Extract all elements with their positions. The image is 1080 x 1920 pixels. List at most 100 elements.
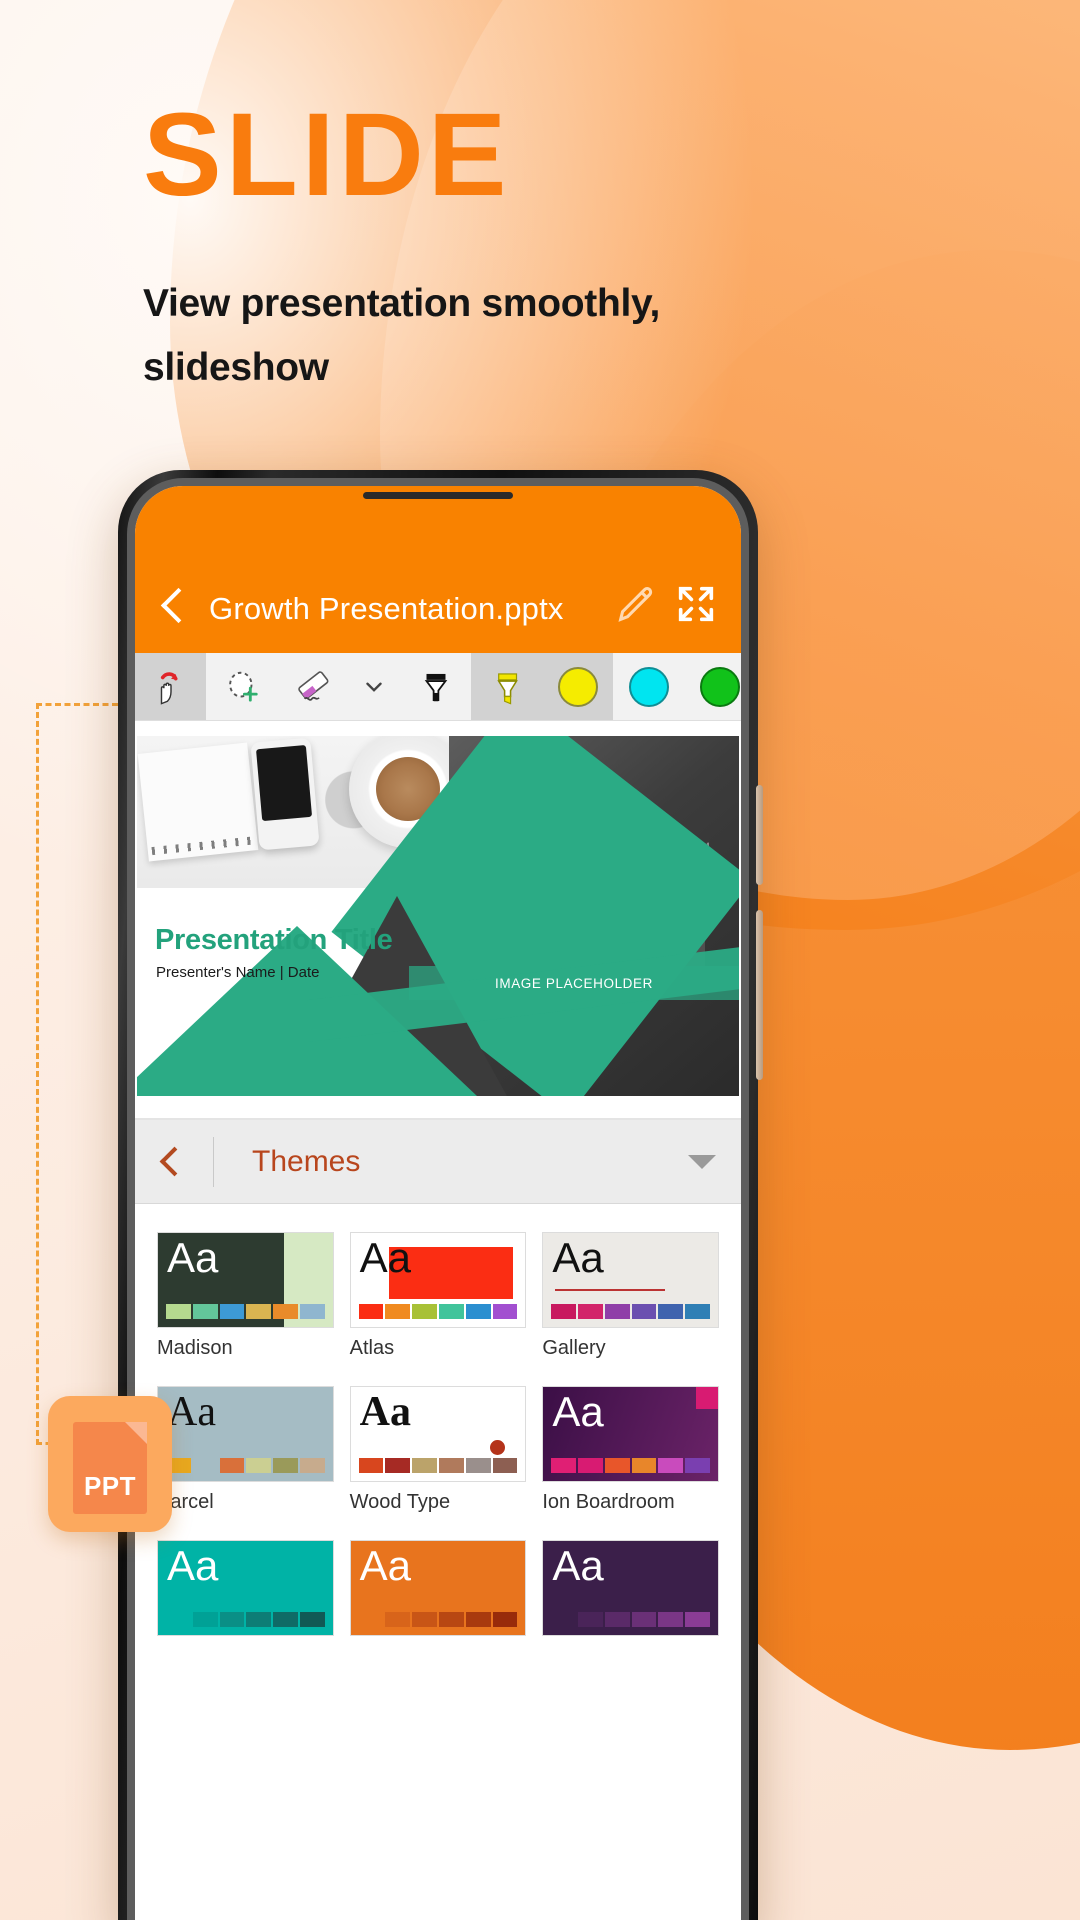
theme-palette xyxy=(358,1304,518,1319)
app-bar: Growth Presentation.pptx xyxy=(135,486,741,653)
expand-icon[interactable] xyxy=(673,581,719,627)
palette-swatch xyxy=(192,1304,218,1319)
ppt-file-badge: PPT xyxy=(48,1396,172,1532)
palette-swatch xyxy=(492,1458,518,1473)
theme-thumbnail[interactable]: Aa xyxy=(542,1540,719,1636)
theme-palette xyxy=(551,1458,711,1473)
palette-swatch xyxy=(685,1458,711,1473)
themes-title: Themes xyxy=(252,1144,361,1178)
themes-grid: Aa Madison Aa Atlas Aa Gallery Aa Parcel Aa Wood … xyxy=(135,1204,741,1645)
theme-cell[interactable]: Aa xyxy=(349,1540,527,1645)
palette-swatch xyxy=(219,1612,245,1627)
caret-down-icon[interactable] xyxy=(663,1155,741,1169)
palette-swatch xyxy=(385,1304,411,1319)
theme-aa-sample: Aa xyxy=(167,1234,219,1281)
theme-cell[interactable]: Aa Wood Type xyxy=(349,1386,527,1514)
palette-swatch xyxy=(412,1304,437,1319)
theme-accent-corner xyxy=(696,1387,718,1409)
theme-thumbnail[interactable]: Aa xyxy=(349,1232,527,1328)
page-subtitle: View presentation smoothly, slideshow xyxy=(143,282,661,389)
palette-swatch xyxy=(358,1612,384,1627)
palette-swatch xyxy=(299,1458,325,1473)
palette-swatch xyxy=(685,1304,711,1319)
swatch-yellow[interactable] xyxy=(542,653,613,720)
document-title: Growth Presentation.pptx xyxy=(209,591,564,626)
lasso-add-tool[interactable] xyxy=(206,653,277,720)
theme-palette xyxy=(166,1612,325,1627)
pencil-icon[interactable] xyxy=(613,581,659,627)
theme-aa-sample: Aa xyxy=(359,1234,412,1281)
palette-swatch xyxy=(492,1612,518,1627)
palette-swatch xyxy=(685,1612,711,1627)
theme-thumbnail[interactable]: Aa xyxy=(157,1232,334,1328)
chevron-left-icon[interactable] xyxy=(135,1151,213,1172)
palette-swatch xyxy=(658,1304,684,1319)
palette-swatch xyxy=(358,1458,384,1473)
theme-cell[interactable]: Aa Madison xyxy=(157,1232,334,1360)
palette-swatch xyxy=(439,1458,464,1473)
theme-cell[interactable]: Aa xyxy=(542,1540,719,1645)
image-placeholder-text: IMAGE PLACEHOLDER xyxy=(495,975,653,991)
theme-name-label: Madison xyxy=(157,1337,233,1359)
eraser-tool[interactable] xyxy=(277,653,348,720)
palette-swatch xyxy=(299,1304,325,1319)
theme-cell[interactable]: Aa Gallery xyxy=(542,1232,719,1360)
desk-notepad xyxy=(137,742,259,862)
pen-tool[interactable] xyxy=(400,653,471,720)
palette-swatch xyxy=(578,1304,603,1319)
theme-aa-sample: Aa xyxy=(552,1234,604,1281)
palette-swatch xyxy=(465,1304,491,1319)
theme-aa-sample: Aa xyxy=(552,1388,604,1435)
highlighter-tool[interactable] xyxy=(471,653,542,720)
palette-swatch xyxy=(358,1304,384,1319)
slide-preview[interactable]: IMAGE PLACEHOLDER Presentation Title Pre… xyxy=(137,736,739,1096)
swatch-yellow-dot xyxy=(557,666,598,707)
theme-aa-sample: Aa xyxy=(359,1542,412,1589)
palette-swatch xyxy=(604,1612,630,1627)
palette-swatch xyxy=(604,1304,630,1319)
palette-swatch xyxy=(551,1304,577,1319)
palette-swatch xyxy=(604,1458,630,1473)
swatch-cyan[interactable] xyxy=(613,653,684,720)
slide-canvas[interactable]: IMAGE PLACEHOLDER Presentation Title Pre… xyxy=(135,721,741,1118)
theme-palette xyxy=(358,1458,518,1473)
palette-swatch xyxy=(439,1612,464,1627)
theme-palette xyxy=(166,1304,325,1319)
theme-name-label: Atlas xyxy=(349,1337,395,1359)
palette-swatch xyxy=(439,1304,464,1319)
phone-mockup: Growth Presentation.pptx IMAGE PLACEHOLD… xyxy=(118,470,763,1920)
theme-thumbnail[interactable]: Aa xyxy=(157,1540,334,1636)
theme-palette xyxy=(166,1458,325,1473)
theme-cell[interactable]: Aa xyxy=(157,1540,334,1645)
palette-swatch xyxy=(299,1612,325,1627)
palette-swatch xyxy=(273,1458,298,1473)
theme-thumbnail[interactable]: Aa xyxy=(157,1386,334,1482)
desk-phone xyxy=(250,737,320,851)
theme-accent-rule xyxy=(555,1289,666,1291)
theme-thumbnail[interactable]: Aa xyxy=(542,1232,719,1328)
phone-power-button xyxy=(756,910,763,1080)
palette-swatch xyxy=(246,1612,272,1627)
theme-cell[interactable]: Aa Atlas xyxy=(349,1232,527,1360)
palette-swatch xyxy=(192,1458,218,1473)
theme-name-label: Ion Boardroom xyxy=(542,1491,675,1513)
drawing-toolbar xyxy=(135,653,741,721)
theme-cell[interactable]: Aa Ion Boardroom xyxy=(542,1386,719,1514)
theme-cell[interactable]: Aa Parcel xyxy=(157,1386,334,1514)
palette-swatch xyxy=(658,1612,684,1627)
back-chevron-icon[interactable] xyxy=(157,585,189,627)
chevron-down-icon[interactable] xyxy=(348,653,400,720)
palette-swatch xyxy=(412,1612,437,1627)
swatch-green[interactable] xyxy=(684,653,741,720)
theme-thumbnail[interactable]: Aa xyxy=(349,1386,527,1482)
palette-swatch xyxy=(219,1304,245,1319)
palette-swatch xyxy=(246,1458,272,1473)
theme-thumbnail[interactable]: Aa xyxy=(542,1386,719,1482)
hand-select-tool[interactable] xyxy=(135,653,206,720)
slide-footer-space xyxy=(135,1096,741,1118)
swatch-cyan-dot xyxy=(628,666,669,707)
palette-swatch xyxy=(578,1458,603,1473)
theme-palette xyxy=(358,1612,518,1627)
themes-header: Themes xyxy=(135,1120,741,1204)
theme-thumbnail[interactable]: Aa xyxy=(349,1540,527,1636)
